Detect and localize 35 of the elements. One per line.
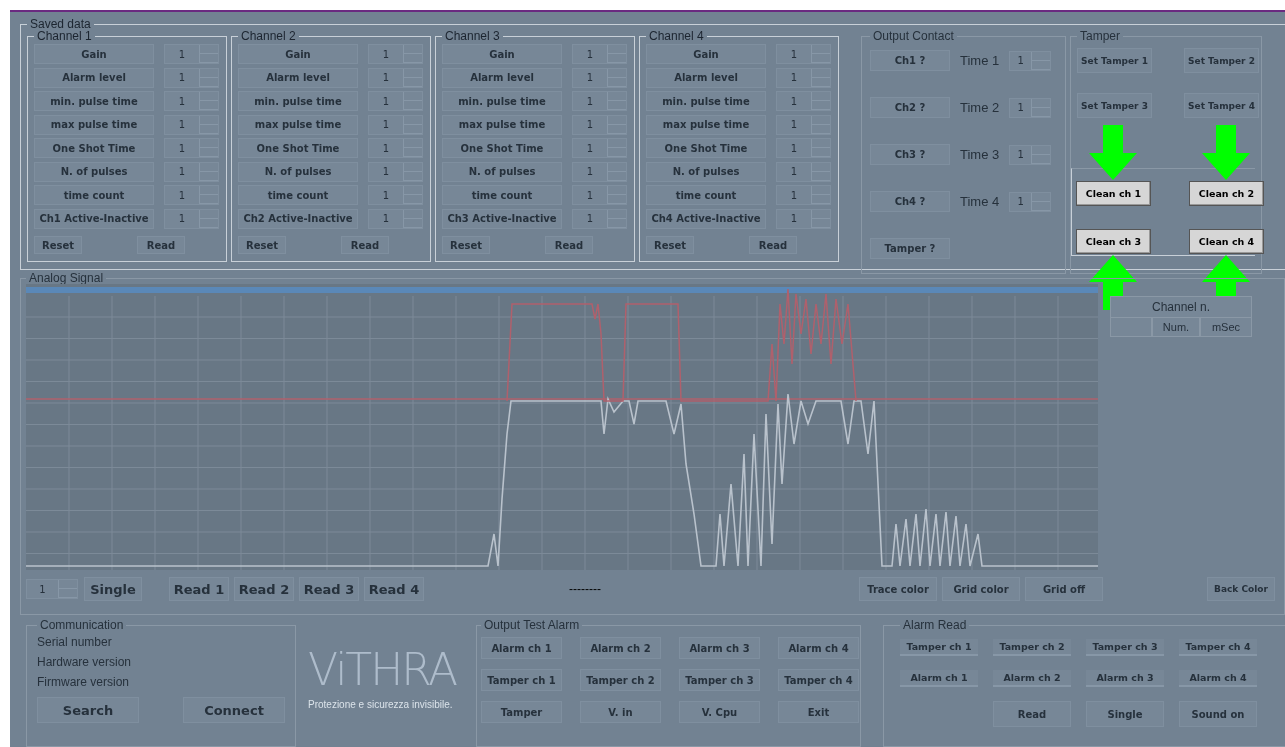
time-label: Time 2 — [960, 100, 1000, 115]
info-label: Serial number — [37, 635, 113, 649]
table-header: mSec — [1200, 318, 1252, 337]
alarm-indicator: Alarm ch 2 — [993, 670, 1071, 687]
logo-text: ViTHRA — [308, 643, 457, 697]
table-header: Num. — [1152, 318, 1200, 337]
alarm-indicator: Alarm ch 4 — [1179, 670, 1257, 687]
time-label: Time 1 — [960, 53, 1000, 68]
alarm-indicator: Alarm ch 3 — [1086, 670, 1164, 687]
down-arrow-icon — [1089, 125, 1137, 180]
table-title: Channel n. — [1110, 296, 1252, 318]
group-title: Channel 4 — [648, 30, 705, 42]
alarm-indicator: Tamper ch 4 — [1179, 639, 1257, 656]
alarm-indicator: Tamper ch 2 — [993, 639, 1071, 656]
group-title: Output Test Alarm — [483, 619, 581, 631]
group-title: Alarm Read — [902, 619, 968, 631]
group-title: Channel 3 — [444, 30, 501, 42]
down-arrow-icon — [1202, 125, 1250, 180]
time-label: Time 4 — [960, 194, 1000, 209]
info-label: Firmware version — [37, 675, 130, 689]
group-title: Channel 2 — [240, 30, 297, 42]
info-label: Hardware version — [37, 655, 133, 669]
group-title: Channel 1 — [36, 30, 93, 42]
status-text: -------- — [569, 582, 602, 596]
table-header — [1110, 318, 1152, 337]
alarm-indicator: Alarm ch 1 — [900, 670, 978, 687]
group-title: Tamper — [1079, 30, 1121, 42]
group-title: Analog Signal — [28, 272, 105, 284]
group-title: Saved data — [29, 18, 92, 30]
logo-tagline: Protezione e sicurezza invisibile. — [308, 699, 453, 710]
alarm-indicator: Tamper ch 1 — [900, 639, 978, 656]
group-title: Output Contact — [872, 30, 955, 42]
group-title: Communication — [39, 619, 125, 631]
alarm-indicator: Tamper ch 3 — [1086, 639, 1164, 656]
time-label: Time 3 — [960, 147, 1000, 162]
